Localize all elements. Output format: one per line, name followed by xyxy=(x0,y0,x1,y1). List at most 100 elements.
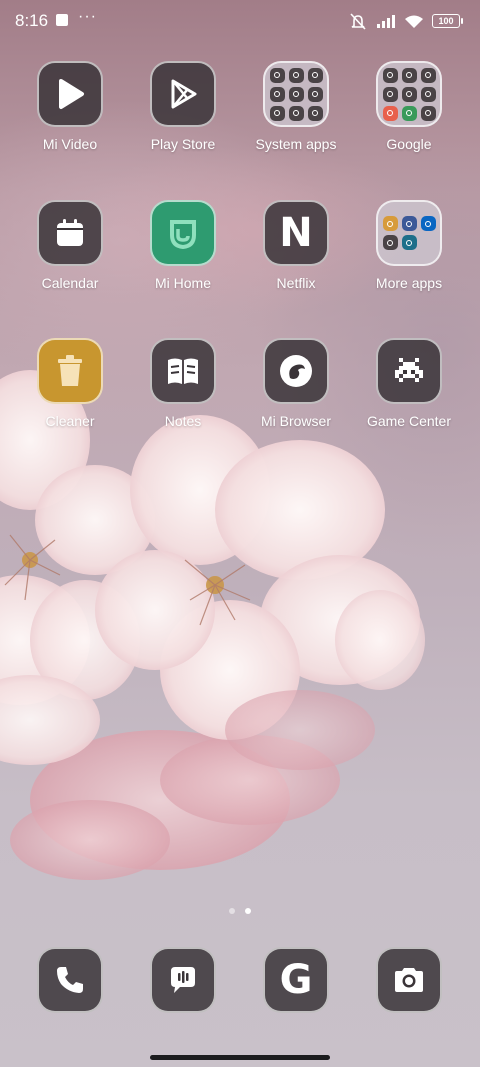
status-time: 8:16 xyxy=(15,11,49,30)
notes-icon[interactable] xyxy=(150,338,216,404)
app-label: Cleaner xyxy=(45,413,95,429)
mini-app-slot xyxy=(421,235,436,250)
play-store-icon[interactable] xyxy=(150,61,216,127)
app-play-store[interactable]: Play Store xyxy=(127,61,239,152)
app-cleaner[interactable]: Cleaner xyxy=(14,338,126,429)
mini-app-icon xyxy=(288,67,304,83)
app-mi-browser[interactable]: Mi Browser xyxy=(240,338,352,429)
calendar-glyph-icon xyxy=(57,219,83,246)
page-dot-active[interactable] xyxy=(245,908,251,914)
app-label: Mi Home xyxy=(154,275,211,291)
app-label: Netflix xyxy=(276,275,316,291)
wifi-icon xyxy=(405,15,423,28)
dock-camera[interactable] xyxy=(376,947,442,1013)
app-label: Google xyxy=(386,136,432,152)
home-screen: 8:16 ··· 100 Mi Video Play Store System … xyxy=(0,0,480,1067)
mini-app-icon xyxy=(269,86,285,102)
mini-app-icon xyxy=(382,105,398,121)
folder-preview xyxy=(269,67,323,121)
google-icon[interactable]: G xyxy=(263,947,329,1013)
signal-icon xyxy=(377,15,395,28)
google-folder-icon[interactable] xyxy=(376,61,442,127)
cleaner-icon[interactable] xyxy=(37,338,103,404)
folder-more-apps[interactable]: More apps xyxy=(353,200,465,291)
app-game-center[interactable]: Game Center xyxy=(353,338,465,429)
mini-app-icon xyxy=(382,86,398,102)
app-label: Play Store xyxy=(150,136,216,152)
mini-app-icon xyxy=(269,105,285,121)
mini-app-icon xyxy=(307,67,323,83)
app-calendar[interactable]: Calendar xyxy=(14,200,126,291)
mini-app-icon xyxy=(288,86,304,102)
app-label: More apps xyxy=(375,275,443,291)
mini-app-icon xyxy=(401,67,417,83)
mini-app-icon xyxy=(420,67,436,83)
play-store-logo-icon xyxy=(171,79,197,109)
folder-preview xyxy=(382,216,436,250)
page-dot[interactable] xyxy=(229,908,235,914)
mi-home-logo-icon xyxy=(170,220,196,250)
app-label: System apps xyxy=(255,136,337,152)
app-label: Notes xyxy=(164,413,202,429)
status-bar: 8:16 ··· 100 xyxy=(0,0,480,42)
browser-globe-icon xyxy=(280,355,312,387)
app-netflix[interactable]: N Netflix xyxy=(240,200,352,291)
status-icons: 100 xyxy=(348,12,463,30)
dock-messages[interactable] xyxy=(150,947,216,1013)
mini-app-icon xyxy=(307,86,323,102)
app-label: Game Center xyxy=(366,413,452,429)
netflix-logo-icon: N xyxy=(279,210,313,256)
game-center-icon[interactable] xyxy=(376,338,442,404)
mini-app-icon xyxy=(307,105,323,121)
messages-icon[interactable] xyxy=(150,947,216,1013)
phone-icon[interactable] xyxy=(37,947,103,1013)
camera-icon[interactable] xyxy=(376,947,442,1013)
mi-browser-icon[interactable] xyxy=(263,338,329,404)
dock-google[interactable]: G xyxy=(263,947,329,1013)
trash-icon xyxy=(58,355,82,386)
mini-app-icon xyxy=(382,235,398,250)
app-label: Mi Browser xyxy=(260,413,331,429)
app-mi-video[interactable]: Mi Video xyxy=(14,61,126,152)
folder-system-apps[interactable]: System apps xyxy=(240,61,352,152)
book-icon xyxy=(168,358,198,384)
battery-icon: 100 xyxy=(432,14,463,28)
wallpaper-blossom xyxy=(0,370,425,880)
dock-phone[interactable] xyxy=(37,947,103,1013)
mini-app-icon xyxy=(420,105,436,121)
app-label: Calendar xyxy=(41,275,99,291)
mi-home-icon[interactable] xyxy=(150,200,216,266)
mini-app-icon xyxy=(269,67,285,83)
camera-glyph-icon xyxy=(395,968,423,992)
mini-app-icon xyxy=(420,86,436,102)
play-icon xyxy=(59,79,84,109)
system-apps-folder-icon[interactable] xyxy=(263,61,329,127)
app-label: Mi Video xyxy=(42,136,98,152)
folder-preview xyxy=(382,67,436,121)
app-mi-home[interactable]: Mi Home xyxy=(127,200,239,291)
mi-video-icon[interactable] xyxy=(37,61,103,127)
google-logo-icon: G xyxy=(279,957,313,1003)
chat-bubble-icon xyxy=(171,967,195,993)
mini-app-icon xyxy=(401,235,417,250)
phone-glyph-icon xyxy=(57,967,83,993)
netflix-icon[interactable]: N xyxy=(263,200,329,266)
mute-icon xyxy=(350,13,366,30)
folder-google[interactable]: Google xyxy=(353,61,465,152)
mini-app-icon xyxy=(401,86,417,102)
page-indicator xyxy=(0,908,480,918)
mini-app-icon xyxy=(382,216,398,231)
battery-level: 100 xyxy=(438,16,454,26)
calendar-icon[interactable] xyxy=(37,200,103,266)
more-apps-folder-icon[interactable] xyxy=(376,200,442,266)
home-gesture-bar[interactable] xyxy=(150,1055,330,1060)
space-invader-icon xyxy=(395,358,423,382)
app-notes[interactable]: Notes xyxy=(127,338,239,429)
mini-app-icon xyxy=(382,67,398,83)
mini-app-icon xyxy=(401,216,417,231)
more-notifications-icon: ··· xyxy=(78,8,97,25)
mini-app-icon xyxy=(401,105,417,121)
mini-app-icon xyxy=(420,216,436,231)
notification-icon xyxy=(56,14,68,26)
mini-app-icon xyxy=(288,105,304,121)
